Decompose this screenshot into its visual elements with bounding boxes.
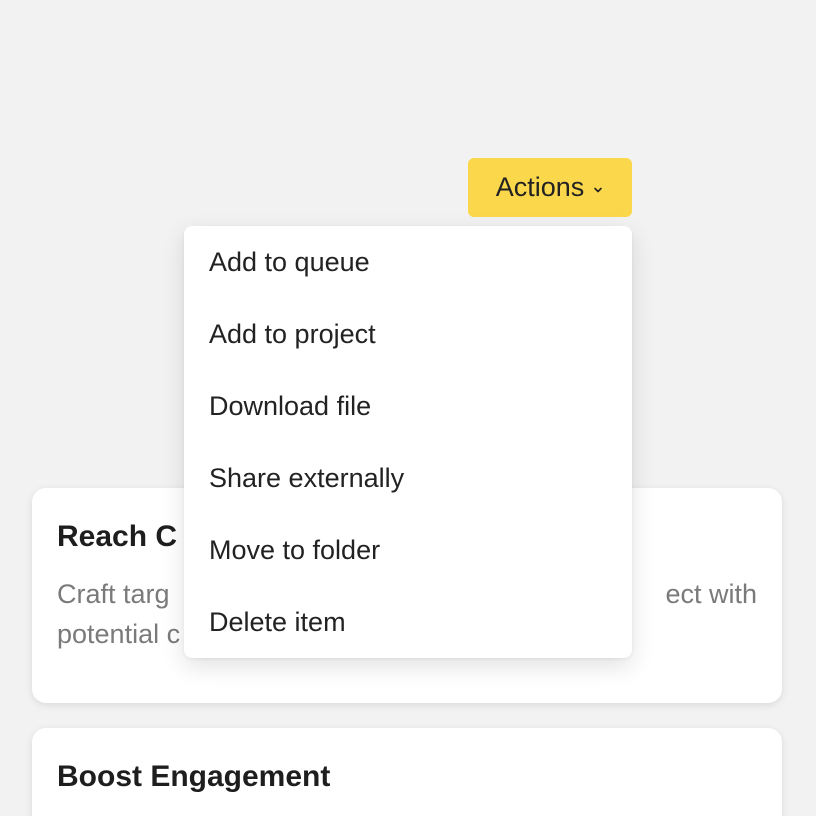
actions-button-label: Actions	[495, 172, 585, 202]
menu-item-label: Share externally	[209, 462, 405, 493]
menu-item-label: Delete item	[209, 606, 346, 637]
actions-dropdown-menu: Add to queue Add to project Download fil…	[184, 226, 632, 658]
menu-item-add-to-queue[interactable]: Add to queue	[184, 226, 632, 298]
chevron-down-icon	[592, 183, 604, 195]
menu-item-label: Move to folder	[209, 534, 381, 565]
menu-item-move-to-folder[interactable]: Move to folder	[184, 514, 632, 586]
menu-item-add-to-project[interactable]: Add to project	[184, 298, 632, 370]
card-description-line2: potential c	[57, 619, 181, 649]
page: Actions Reach C Craft targ ect with pote…	[0, 0, 816, 816]
card-boost-engagement: Boost Engagement	[32, 728, 782, 816]
menu-item-share-externally[interactable]: Share externally	[184, 442, 632, 514]
menu-item-label: Add to project	[209, 318, 376, 349]
menu-item-label: Download file	[209, 390, 372, 421]
card-description-start: Craft targ	[57, 579, 170, 609]
actions-button[interactable]: Actions	[468, 158, 632, 217]
card-description-end: ect with	[665, 579, 757, 609]
menu-item-delete-item[interactable]: Delete item	[184, 586, 632, 658]
menu-item-download-file[interactable]: Download file	[184, 370, 632, 442]
card-title: Boost Engagement	[57, 760, 331, 793]
menu-item-label: Add to queue	[209, 246, 370, 277]
